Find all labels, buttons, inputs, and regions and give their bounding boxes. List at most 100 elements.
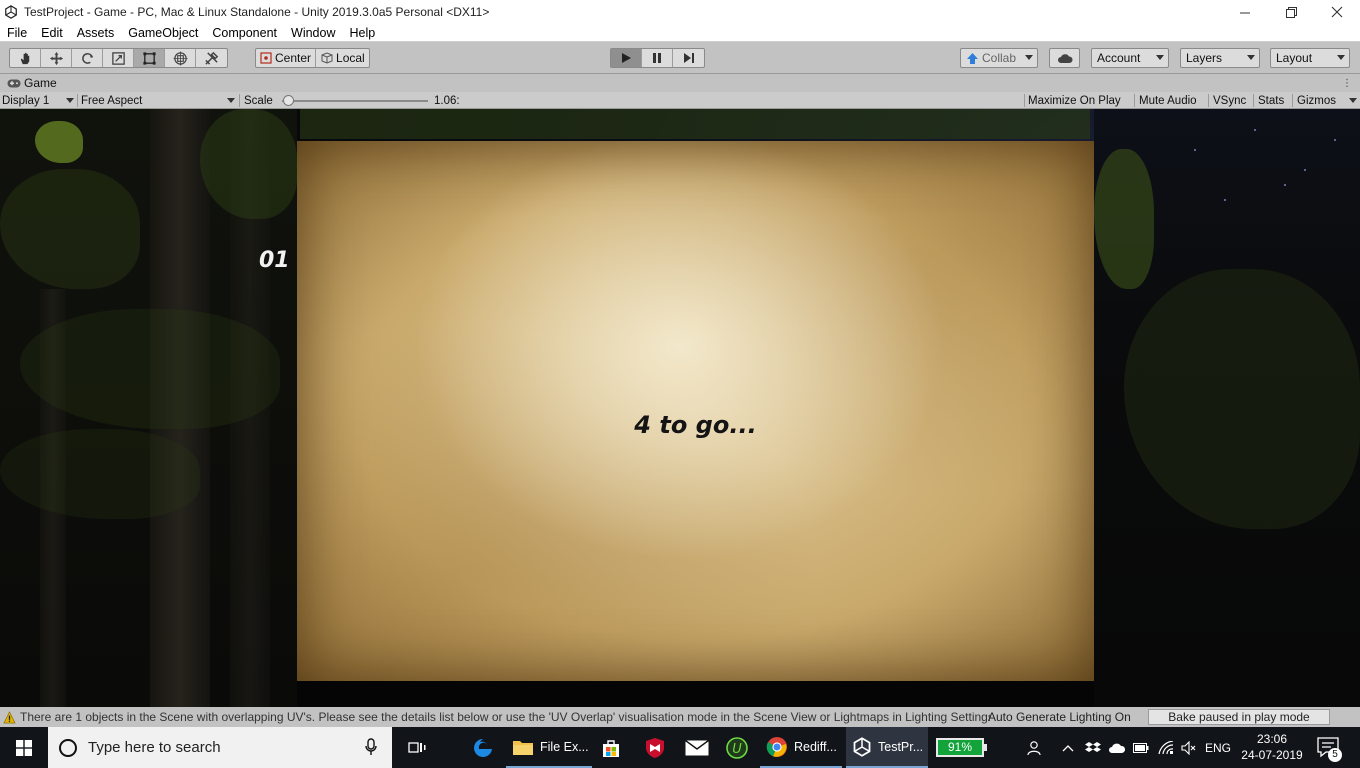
taskbar-search-box[interactable]: Type here to search — [48, 727, 392, 768]
chrome-icon — [766, 736, 787, 757]
transform-tools — [9, 48, 228, 68]
cloud-button[interactable] — [1049, 48, 1080, 68]
edge-browser-icon — [474, 738, 492, 757]
mcafee-app-button[interactable] — [640, 727, 670, 768]
clock-date: 24-07-2019 — [1241, 748, 1303, 762]
canopy-foliage — [300, 109, 1090, 139]
menu-window[interactable]: Window — [284, 26, 342, 40]
minimize-button[interactable] — [1222, 0, 1268, 24]
menu-assets[interactable]: Assets — [70, 26, 122, 40]
move-tool-button[interactable] — [41, 49, 72, 67]
taskbar-app-file-explorer[interactable]: File Ex... — [506, 727, 592, 768]
bake-status[interactable]: Bake paused in play mode — [1148, 709, 1330, 725]
maximize-button[interactable] — [1268, 0, 1314, 24]
volume-muted-icon — [1181, 740, 1196, 755]
vsync-toggle[interactable]: VSync — [1213, 92, 1246, 109]
scale-tool-button[interactable] — [103, 49, 134, 67]
rotate-tool-button[interactable] — [72, 49, 103, 67]
edge-app-button[interactable] — [466, 727, 500, 768]
main-toolbar: Center Local Collab Account Layers Layou… — [0, 42, 1360, 74]
start-button[interactable] — [0, 727, 48, 768]
aspect-label: Free Aspect — [81, 94, 143, 107]
tab-menu-icon[interactable]: ⋮ — [1342, 78, 1352, 89]
pivot-local-toggle[interactable]: Local — [316, 49, 369, 67]
rotate-tool-icon — [81, 52, 93, 64]
game-tab-bar: Game ⋮ — [0, 74, 1360, 92]
language-indicator[interactable]: ENG — [1204, 727, 1232, 768]
chevron-down-icon — [66, 98, 74, 103]
hand-tool-button[interactable] — [10, 49, 41, 67]
aspect-dropdown[interactable]: Free Aspect — [81, 92, 235, 109]
tab-game-label: Game — [24, 76, 57, 90]
mute-audio-toggle[interactable]: Mute Audio — [1139, 92, 1197, 109]
pivot-center-label: Center — [275, 51, 312, 65]
taskbar-app-unity[interactable]: TestPr... — [846, 727, 928, 768]
chevron-down-icon — [1337, 55, 1345, 60]
gizmos-chevron-down-icon[interactable] — [1349, 98, 1357, 103]
dropbox-tray-button[interactable] — [1082, 727, 1104, 768]
layers-label: Layers — [1186, 51, 1223, 65]
display-dropdown[interactable]: Display 1 — [2, 92, 74, 109]
transform-tool-icon — [172, 50, 188, 66]
clock-time: 23:06 — [1256, 732, 1288, 746]
scale-value: 1.06: — [434, 94, 460, 107]
store-app-button[interactable] — [596, 727, 626, 768]
file-explorer-label: File Ex... — [540, 739, 589, 754]
cloud-sync-icon — [1109, 743, 1126, 753]
layers-dropdown[interactable]: Layers — [1180, 48, 1260, 68]
game-viewport[interactable]: 01 4 to go... — [0, 109, 1360, 707]
separator — [77, 94, 78, 107]
display-label: Display 1 — [2, 94, 50, 107]
local-space-icon — [321, 52, 333, 64]
menu-help[interactable]: Help — [342, 26, 382, 40]
step-button[interactable] — [673, 49, 704, 67]
pause-button[interactable] — [642, 49, 673, 67]
system-clock[interactable]: 23:06 24-07-2019 — [1240, 731, 1304, 763]
microphone-icon[interactable] — [364, 738, 378, 756]
taskbar-app-chrome[interactable]: Rediff... — [760, 727, 842, 768]
pivot-toggles: Center Local — [255, 48, 370, 68]
wifi-tray-button[interactable] — [1155, 727, 1177, 768]
mail-app-button[interactable] — [682, 727, 712, 768]
people-button[interactable] — [1020, 727, 1046, 768]
gizmos-toggle[interactable]: Gizmos — [1297, 92, 1336, 109]
task-view-button[interactable] — [402, 727, 432, 768]
status-warning-text[interactable]: There are 1 objects in the Scene with ov… — [20, 710, 990, 724]
collab-dropdown[interactable]: Collab — [960, 48, 1038, 68]
tab-game[interactable]: Game — [0, 76, 57, 90]
play-button[interactable] — [611, 49, 642, 67]
stats-toggle[interactable]: Stats — [1258, 92, 1284, 109]
menu-component[interactable]: Component — [205, 26, 284, 40]
battery-tray-button[interactable] — [1130, 727, 1152, 768]
transform-tool-button[interactable] — [165, 49, 196, 67]
battery-indicator[interactable]: 91% — [936, 738, 987, 757]
unity-label: TestPr... — [878, 739, 924, 754]
menu-file[interactable]: File — [0, 26, 34, 40]
layout-dropdown[interactable]: Layout — [1270, 48, 1350, 68]
account-dropdown[interactable]: Account — [1091, 48, 1169, 68]
separator — [1024, 94, 1025, 107]
rect-tool-button[interactable] — [134, 49, 165, 67]
playback-controls — [610, 48, 705, 68]
pivot-center-toggle[interactable]: Center — [256, 49, 317, 67]
onedrive-tray-button[interactable] — [1106, 727, 1128, 768]
menu-edit[interactable]: Edit — [34, 26, 70, 40]
volume-tray-button[interactable] — [1178, 727, 1200, 768]
separator — [1253, 94, 1254, 107]
scale-label: Scale — [244, 94, 273, 107]
scale-slider-thumb[interactable] — [282, 95, 294, 106]
menu-gameobject[interactable]: GameObject — [121, 26, 205, 40]
separator — [1134, 94, 1135, 107]
custom-tool-button[interactable] — [196, 49, 227, 67]
status-bar: There are 1 objects in the Scene with ov… — [0, 707, 1360, 727]
close-button[interactable] — [1314, 0, 1360, 24]
scale-slider-track[interactable] — [282, 100, 428, 102]
separator — [239, 94, 240, 107]
task-view-icon — [408, 741, 426, 753]
collab-icon — [967, 52, 978, 64]
maximize-icon — [1285, 6, 1297, 18]
upwork-app-button[interactable]: U — [722, 727, 752, 768]
maximize-on-play-toggle[interactable]: Maximize On Play — [1028, 92, 1121, 109]
tray-overflow-button[interactable] — [1058, 727, 1078, 768]
search-placeholder: Type here to search — [88, 739, 221, 756]
